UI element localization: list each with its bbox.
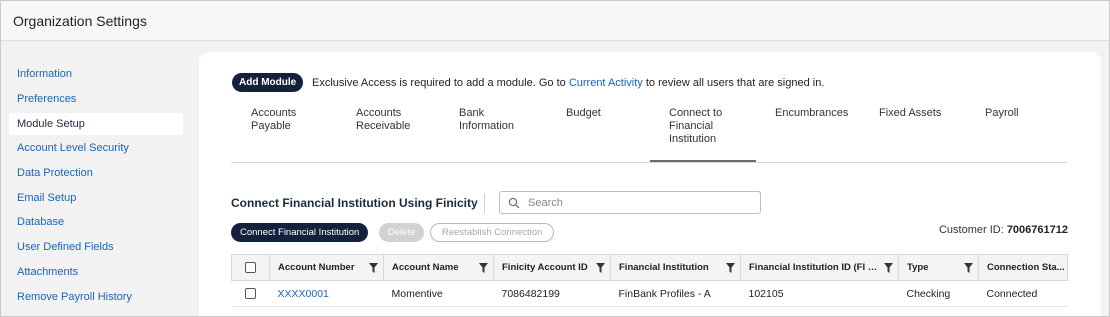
- tab-accounts-receivable[interactable]: Accounts Receivable: [356, 107, 410, 133]
- tab-accounts-payable[interactable]: Accounts Payable: [251, 107, 296, 133]
- sidebar-item-remove-payroll-history[interactable]: Remove Payroll History: [9, 286, 183, 308]
- select-all-checkbox[interactable]: [245, 261, 256, 273]
- column-header-account-name[interactable]: Account Name: [383, 254, 494, 281]
- account-number-link[interactable]: XXXX0001: [278, 288, 329, 300]
- tab-payroll[interactable]: Payroll: [985, 107, 1019, 120]
- tab-label-line: Accounts: [251, 107, 297, 119]
- column-header-finicity-account-id[interactable]: Finicity Account ID: [493, 254, 611, 281]
- table-header-row: Account Number Account Name Finicity Acc…: [231, 254, 1068, 281]
- row-select-cell: [231, 280, 270, 307]
- column-header-account-number[interactable]: Account Number: [269, 254, 384, 281]
- filter-icon[interactable]: [369, 263, 378, 273]
- column-label: Type: [907, 261, 929, 273]
- column-label: Account Number: [278, 261, 355, 273]
- exclusive-access-message: Exclusive Access is required to add a mo…: [312, 77, 824, 89]
- cell-fi-id: 102105: [740, 280, 899, 307]
- connect-financial-institution-button[interactable]: Connect Financial Institution: [231, 223, 369, 242]
- filter-icon[interactable]: [479, 263, 488, 273]
- sidebar-item-database[interactable]: Database: [9, 211, 183, 233]
- search-field[interactable]: [499, 191, 761, 214]
- window: Organization Settings Information Prefer…: [0, 0, 1110, 317]
- message-prefix: Exclusive Access is required to add a mo…: [312, 77, 569, 89]
- tab-fixed-assets[interactable]: Fixed Assets: [879, 107, 941, 120]
- sidebar-item-user-defined-fields[interactable]: User Defined Fields: [9, 236, 183, 258]
- divider: [484, 193, 485, 213]
- current-activity-link[interactable]: Current Activity: [569, 77, 643, 89]
- tab-label-line: Bank: [459, 107, 485, 119]
- tab-budget[interactable]: Budget: [566, 107, 601, 120]
- search-input[interactable]: [528, 195, 748, 210]
- section-title: Connect Financial Institution Using Fini…: [231, 196, 478, 210]
- column-label: Finicity Account ID: [502, 261, 588, 273]
- page-title: Organization Settings: [13, 13, 147, 29]
- cell-financial-institution: FinBank Profiles - A: [610, 280, 741, 307]
- sidebar-item-email-setup[interactable]: Email Setup: [9, 187, 183, 209]
- sidebar-item-account-level-security[interactable]: Account Level Security: [9, 137, 183, 159]
- column-header-financial-institution[interactable]: Financial Institution: [610, 254, 741, 281]
- column-label: Connection Sta...: [987, 262, 1065, 273]
- tab-encumbrances[interactable]: Encumbrances: [775, 107, 848, 120]
- delete-button[interactable]: Delete: [379, 223, 425, 242]
- column-label: Financial Institution: [619, 261, 709, 273]
- cell-finicity-account-id: 7086482199: [493, 280, 611, 307]
- filter-icon[interactable]: [964, 263, 973, 273]
- tab-label-line: Accounts: [356, 107, 402, 119]
- main-panel: Add Module Exclusive Access is required …: [199, 52, 1101, 316]
- cell-connection-status: Connected: [978, 280, 1068, 307]
- sidebar: Information Preferences Module Setup Acc…: [1, 42, 196, 316]
- sidebar-item-data-protection[interactable]: Data Protection: [9, 162, 183, 184]
- filter-icon[interactable]: [596, 263, 605, 273]
- tab-label-line: Connect to: [669, 107, 723, 119]
- active-tab-indicator: [650, 160, 756, 162]
- tab-label-line: Budget: [566, 107, 601, 119]
- filter-icon[interactable]: [726, 263, 735, 273]
- cell-account-name: Momentive: [383, 280, 494, 307]
- customer-id-label: Customer ID:: [938, 224, 1004, 236]
- add-module-button[interactable]: Add Module: [232, 73, 304, 92]
- tab-label-line: Receivable: [356, 120, 411, 132]
- row-checkbox[interactable]: [245, 288, 256, 300]
- sidebar-item-preferences[interactable]: Preferences: [9, 88, 183, 110]
- column-header-connection-status[interactable]: Connection Sta...: [978, 254, 1068, 281]
- customer-id-value: 7006761712: [1006, 224, 1068, 236]
- column-label: Financial Institution ID (FI ID): [749, 261, 878, 273]
- tab-label-line: Payroll: [985, 107, 1019, 119]
- table-row[interactable]: XXXX0001 Momentive 7086482199 FinBank Pr…: [231, 280, 1068, 307]
- reestablish-connection-button[interactable]: Reestablish Connection: [430, 223, 555, 242]
- tab-label-line: Financial: [669, 120, 714, 132]
- tab-bank-information[interactable]: Bank Information: [459, 107, 514, 133]
- cell-type: Checking: [898, 280, 979, 307]
- select-all-cell: [231, 254, 270, 281]
- cell-account-number: XXXX0001: [269, 280, 384, 307]
- title-bar: Organization Settings: [1, 1, 1109, 41]
- message-suffix: to review all users that are signed in.: [642, 77, 825, 89]
- tab-label-line: Payable: [251, 120, 291, 132]
- tab-connect-to-financial-institution[interactable]: Connect to Financial Institution: [669, 107, 722, 146]
- tab-label-line: Information: [459, 120, 515, 132]
- filter-icon[interactable]: [884, 263, 893, 273]
- tab-label-line: Institution: [669, 133, 717, 145]
- tab-label-line: Fixed Assets: [879, 107, 942, 119]
- sidebar-item-module-setup[interactable]: Module Setup: [9, 113, 183, 135]
- tab-label-line: Encumbrances: [775, 107, 849, 119]
- sidebar-item-attachments[interactable]: Attachments: [9, 261, 183, 283]
- search-icon: [508, 197, 520, 209]
- module-tabs: Accounts Payable Accounts Receivable Bank I…: [231, 101, 1067, 163]
- accounts-table: Account Number Account Name Finicity Acc…: [231, 254, 1068, 307]
- customer-id: Customer ID: 7006761712: [939, 224, 1068, 236]
- column-header-fi-id[interactable]: Financial Institution ID (FI ID): [740, 254, 899, 281]
- column-label: Account Name: [392, 261, 459, 273]
- sidebar-item-information[interactable]: Information: [9, 63, 183, 85]
- column-header-type[interactable]: Type: [898, 254, 979, 281]
